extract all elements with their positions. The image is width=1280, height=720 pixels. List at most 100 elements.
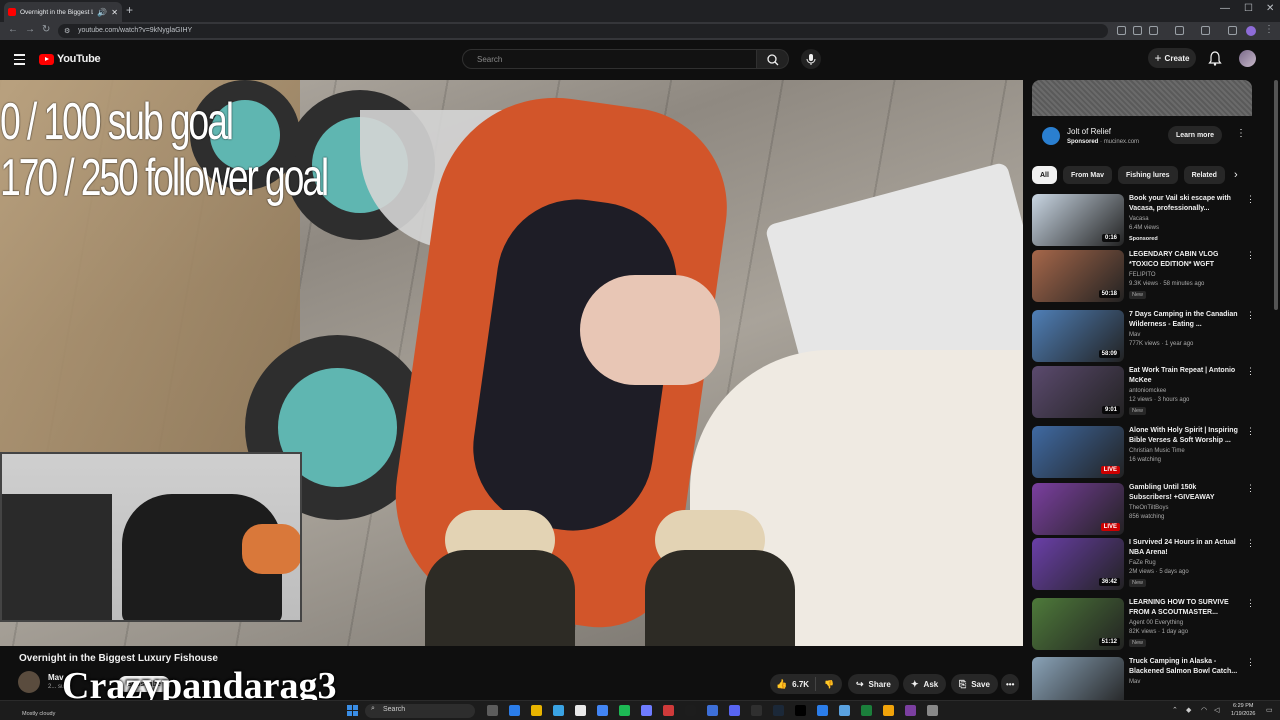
recommendation-channel[interactable]: FELIPITO — [1129, 272, 1156, 278]
video-thumbnail[interactable]: 36:42 — [1032, 538, 1124, 590]
taskbar-app-icon[interactable] — [861, 705, 872, 716]
install-app-icon[interactable] — [1117, 26, 1126, 35]
more-vertical-icon[interactable]: ⋮ — [1246, 250, 1255, 261]
youtube-logo[interactable]: YouTube — [39, 53, 101, 65]
recommendation-title[interactable]: Book your Vail ski escape with Vacasa, p… — [1129, 194, 1241, 214]
account-avatar[interactable] — [1239, 50, 1256, 67]
taskbar-app-icon[interactable] — [553, 705, 564, 716]
chip-related[interactable]: Related — [1183, 166, 1225, 184]
recommendation-item[interactable]: 58:09 7 Days Camping in the Canadian Wild… — [1032, 310, 1258, 362]
more-vertical-icon[interactable]: ⋮ — [1246, 366, 1255, 377]
recommendation-channel[interactable]: Mav — [1129, 679, 1140, 685]
bookmark-star-icon[interactable] — [1149, 26, 1158, 35]
recommendation-item[interactable]: LIVE Alone With Holy Spirit | Inspiring B… — [1032, 426, 1258, 478]
recommendation-item[interactable]: 51:12 LEARNING HOW TO SURVIVE FROM A SCOU… — [1032, 598, 1258, 650]
taskbar-app-icon[interactable] — [751, 705, 762, 716]
taskbar-app-icon[interactable] — [663, 705, 674, 716]
minimize-icon[interactable]: — — [1220, 3, 1230, 14]
taskbar-app-icon[interactable] — [685, 705, 696, 716]
video-thumbnail[interactable]: LIVE — [1032, 483, 1124, 535]
more-vertical-icon[interactable]: ⋮ — [1246, 310, 1255, 321]
chip-from-mav[interactable]: From Mav — [1062, 166, 1113, 184]
recommendation-channel[interactable]: FaZe Rug — [1129, 560, 1156, 566]
menu-icon[interactable] — [14, 54, 25, 68]
video-thumbnail[interactable]: 9:01 — [1032, 366, 1124, 418]
more-vertical-icon[interactable]: ⋮ — [1246, 483, 1255, 494]
search-button[interactable] — [757, 49, 789, 69]
chip-all[interactable]: All — [1032, 166, 1057, 184]
new-tab-button[interactable]: + — [126, 3, 133, 17]
chip-fishing-lures[interactable]: Fishing lures — [1118, 166, 1178, 184]
video-thumbnail[interactable]: LIVE — [1032, 426, 1124, 478]
taskbar-app-icon[interactable] — [531, 705, 542, 716]
taskbar-app-icon[interactable] — [839, 705, 850, 716]
channel-avatar[interactable] — [18, 671, 40, 693]
volume-icon[interactable]: ◁ — [1214, 706, 1219, 714]
tab-audio-icon[interactable]: 🔊 — [97, 8, 107, 17]
taskbar-app-icon[interactable] — [597, 705, 608, 716]
recommendation-item[interactable]: 36:42 I Survived 24 Hours in an Actual NB… — [1032, 538, 1258, 590]
more-vertical-icon[interactable]: ⋮ — [1246, 598, 1255, 609]
search-input[interactable]: Search — [462, 49, 757, 69]
sponsored-ad-card[interactable]: Jolt of Relief Sponsored · mucinex.com L… — [1032, 80, 1252, 158]
tray-chevron-icon[interactable]: ⌃ — [1172, 706, 1178, 714]
chevron-right-icon[interactable]: › — [1234, 169, 1238, 181]
maximize-icon[interactable]: ☐ — [1244, 3, 1253, 14]
notifications-bell-icon[interactable] — [1208, 51, 1222, 66]
taskbar-app-icon[interactable] — [619, 705, 630, 716]
taskbar-app-icon[interactable] — [707, 705, 718, 716]
video-thumbnail[interactable]: 50:18 — [1032, 250, 1124, 302]
extensions-icon[interactable] — [1175, 26, 1184, 35]
recommendation-title[interactable]: I Survived 24 Hours in an Actual NBA Are… — [1129, 538, 1241, 558]
ask-button[interactable]: ✦ Ask — [903, 674, 947, 694]
recommendation-channel[interactable]: Christian Music Time — [1129, 448, 1185, 454]
recommendation-title[interactable]: Gambling Until 150k Subscribers! +GIVEAW… — [1129, 483, 1241, 503]
more-actions-button[interactable]: ••• — [1001, 674, 1020, 694]
video-thumbnail[interactable]: 0:16 — [1032, 194, 1124, 246]
zoom-icon[interactable] — [1133, 26, 1142, 35]
wifi-icon[interactable]: ◠ — [1201, 706, 1207, 714]
weather-widget[interactable]: Mostly cloudy — [22, 711, 55, 717]
windows-start-icon[interactable] — [347, 705, 358, 716]
video-player[interactable]: 0 / 100 sub goal 170 / 250 follower goal — [0, 80, 1023, 646]
browser-tab[interactable]: Overnight in the Biggest Lu 🔊 ✕ — [4, 2, 122, 22]
tab-close-icon[interactable]: ✕ — [111, 8, 118, 17]
back-icon[interactable]: ← — [8, 24, 18, 35]
recommendation-title[interactable]: Truck Camping in Alaska - Blackened Salm… — [1129, 657, 1241, 677]
recommendation-item[interactable]: 50:18 LEGENDARY CABIN VLOG *TOXICO EDITIO… — [1032, 250, 1258, 302]
forward-icon[interactable]: → — [25, 24, 35, 35]
video-thumbnail[interactable]: 51:12 — [1032, 598, 1124, 650]
recommendation-title[interactable]: Alone With Holy Spirit | Inspiring Bible… — [1129, 426, 1241, 446]
taskbar-app-icon[interactable] — [509, 705, 520, 716]
taskbar-app-icon[interactable] — [575, 705, 586, 716]
taskbar-app-icon[interactable] — [905, 705, 916, 716]
taskbar-app-icon[interactable] — [487, 705, 498, 716]
browser-menu-icon[interactable]: ⋮ — [1264, 24, 1274, 35]
create-button[interactable]: + Create — [1148, 48, 1196, 68]
recommendation-title[interactable]: LEARNING HOW TO SURVIVE FROM A SCOUTMAST… — [1129, 598, 1241, 618]
taskbar-app-icon[interactable] — [641, 705, 652, 716]
recommendation-channel[interactable]: Agent 00 Everything — [1129, 620, 1183, 626]
more-vertical-icon[interactable]: ⋮ — [1246, 538, 1255, 549]
recommendation-channel[interactable]: TheOnTiltBoys — [1129, 505, 1168, 511]
share-button[interactable]: ↪ Share — [848, 674, 899, 694]
more-vertical-icon[interactable]: ⋮ — [1246, 657, 1255, 668]
address-bar[interactable]: ⚙ youtube.com/watch?v=9kNyglaGIHY — [58, 24, 1108, 38]
recommendation-item[interactable]: 0:16 Book your Vail ski escape with Vacas… — [1032, 194, 1258, 246]
recommendation-title[interactable]: Eat Work Train Repeat | Antonio McKee — [1129, 366, 1241, 386]
taskbar-app-icon[interactable] — [883, 705, 894, 716]
recommendation-channel[interactable]: antoniomckee — [1129, 388, 1166, 394]
dislike-button[interactable]: 👎 — [816, 680, 842, 689]
split-view-icon[interactable] — [1201, 26, 1210, 35]
taskbar-search[interactable]: ⌕ Search — [365, 704, 475, 718]
ad-more-icon[interactable]: ⋮ — [1236, 128, 1246, 139]
close-window-icon[interactable]: ✕ — [1266, 3, 1274, 14]
recommendation-item[interactable]: LIVE Gambling Until 150k Subscribers! +GI… — [1032, 483, 1258, 535]
more-vertical-icon[interactable]: ⋮ — [1246, 426, 1255, 437]
recommendation-title[interactable]: 7 Days Camping in the Canadian Wildernes… — [1129, 310, 1241, 330]
taskbar-app-icon[interactable] — [773, 705, 784, 716]
ad-title[interactable]: Jolt of Relief — [1067, 127, 1111, 136]
like-button[interactable]: 👍 6.7K — [770, 677, 816, 691]
recommendation-title[interactable]: LEGENDARY CABIN VLOG *TOXICO EDITION* WG… — [1129, 250, 1241, 270]
browser-profile-avatar[interactable] — [1246, 26, 1256, 36]
